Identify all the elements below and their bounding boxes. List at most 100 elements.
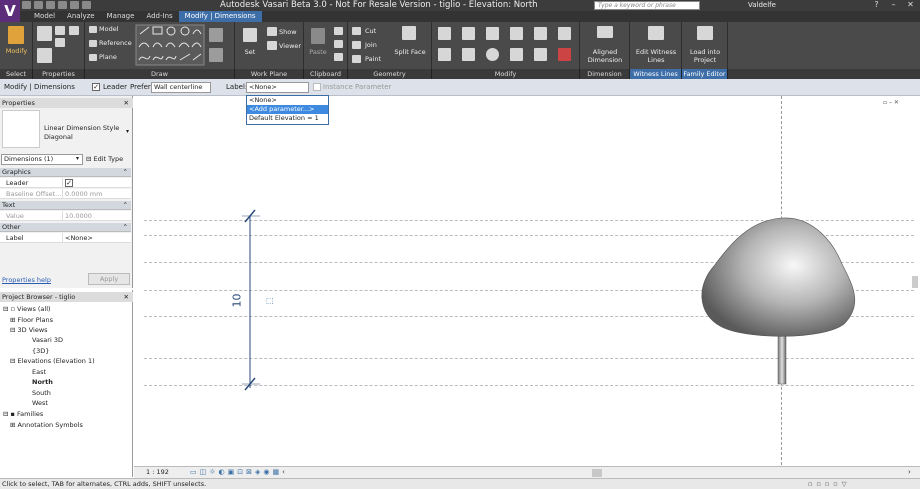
collapse-icon[interactable]: ⊟ <box>3 410 8 418</box>
copy-icon[interactable] <box>334 27 343 35</box>
viewer-button[interactable]: Viewer <box>279 42 301 50</box>
render-icon[interactable]: ▣ <box>228 468 235 476</box>
close-icon[interactable]: ✕ <box>124 292 129 302</box>
tree-3d[interactable]: {3D} <box>32 347 49 356</box>
tab-manage[interactable]: Manage <box>101 11 141 22</box>
tree-annotation-symbols[interactable]: ⊞ Annotation Symbols <box>10 421 83 430</box>
type-selector-icon[interactable] <box>37 48 52 63</box>
scroll-right-icon[interactable]: › <box>908 468 911 476</box>
tree-mass-form[interactable] <box>694 214 869 389</box>
instance-parameter-checkbox[interactable] <box>313 83 321 91</box>
dropdown-option-none[interactable]: <None> <box>247 96 328 105</box>
category-text[interactable]: Text ⌃ <box>0 201 131 210</box>
tree-vasari-3d[interactable]: Vasari 3D <box>32 336 63 345</box>
tree-south[interactable]: South <box>32 389 51 398</box>
visual-style-icon[interactable]: ◫ <box>200 468 207 476</box>
view-scale[interactable]: 1 : 192 <box>146 468 169 476</box>
select-pinned-icon[interactable]: ▫ <box>833 479 837 489</box>
worksets-icon[interactable]: ▫ <box>808 479 812 489</box>
properties-icon[interactable] <box>37 26 52 41</box>
move-icon[interactable] <box>438 48 451 61</box>
set-button[interactable]: Set <box>240 48 260 56</box>
match-properties-icon[interactable] <box>334 53 343 61</box>
collapse-icon[interactable]: ⊟ <box>10 357 15 365</box>
draw-tools-gallery[interactable] <box>135 24 205 66</box>
plane-button[interactable]: Plane <box>99 53 117 61</box>
group-label-select[interactable]: Select <box>0 69 33 79</box>
reveal-hidden-icon[interactable]: ◉ <box>263 468 269 476</box>
help-icon[interactable]: ? <box>868 0 885 9</box>
collapse-icon[interactable]: ⊟ <box>3 305 8 313</box>
tree-east[interactable]: East <box>32 368 46 377</box>
leader-checkbox[interactable]: ✓ <box>92 83 100 91</box>
pin-icon[interactable] <box>558 27 571 40</box>
save-icon[interactable] <box>34 1 43 9</box>
horizontal-scrollbar-thumb[interactable] <box>592 469 602 477</box>
modify-icon[interactable] <box>8 26 24 44</box>
tree-floor-plans[interactable]: ⊞ Floor Plans <box>10 316 53 325</box>
scroll-left-icon[interactable]: ‹ <box>282 468 285 476</box>
type-dropdown-icon[interactable]: ▾ <box>126 128 129 135</box>
print-icon[interactable] <box>82 1 91 9</box>
tree-families[interactable]: ⊟ ▪ Families <box>3 410 43 419</box>
vertical-scrollbar-thumb[interactable] <box>912 276 918 288</box>
type-properties-icon[interactable] <box>55 26 65 35</box>
view-window-controls[interactable]: ▫ – ✕ <box>883 99 899 106</box>
load-into-project-button[interactable]: Load into Project <box>684 48 726 64</box>
family-category-icon[interactable] <box>55 38 65 47</box>
category-other[interactable]: Other ⌃ <box>0 223 131 232</box>
apply-button[interactable]: Apply <box>88 273 130 285</box>
offset-icon[interactable] <box>462 27 475 40</box>
edit-type-button[interactable]: ⊟ Edit Type <box>86 155 123 163</box>
tree-west[interactable]: West <box>32 399 48 408</box>
reference-button[interactable]: Reference <box>99 39 132 47</box>
tree-elevations[interactable]: ⊟ Elevations (Elevation 1) <box>10 357 95 366</box>
sun-path-icon[interactable]: ☼ <box>209 468 215 476</box>
label-select[interactable]: <None> <box>246 82 309 93</box>
drag-text-icon[interactable]: ⬚ <box>266 296 274 305</box>
aligned-dimension-button[interactable]: Aligned Dimension <box>582 48 628 64</box>
crop-view-icon[interactable]: ⊡ <box>237 468 243 476</box>
design-options-icon[interactable]: ▫ <box>816 479 820 489</box>
tab-model[interactable]: Model <box>28 11 61 22</box>
trim-icon[interactable] <box>510 27 523 40</box>
detail-level-icon[interactable]: ▭ <box>190 468 197 476</box>
close-icon[interactable]: ✕ <box>124 98 129 108</box>
scale-icon[interactable] <box>534 48 547 61</box>
rotate-icon[interactable] <box>486 48 499 61</box>
drawing-area[interactable]: ▫ – ✕ 10 ⬚ <box>134 96 920 465</box>
properties-help-link[interactable]: Properties help <box>2 276 51 284</box>
array-icon[interactable] <box>510 48 523 61</box>
tree-3d-views[interactable]: ⊟ 3D Views <box>10 326 48 335</box>
measure-icon[interactable] <box>70 1 79 9</box>
split-face-button[interactable]: Split Face <box>392 48 428 56</box>
collapse-icon[interactable]: ⊟ <box>10 326 15 334</box>
surface-icon[interactable] <box>209 48 223 62</box>
paste-button[interactable]: Paste <box>306 48 330 56</box>
dropdown-option-add-parameter[interactable]: <Add parameter...> <box>247 105 328 114</box>
tab-modify-dimensions[interactable]: Modify | Dimensions <box>178 11 262 22</box>
expand-icon[interactable]: ⊞ <box>10 421 15 429</box>
edit-witness-lines-button[interactable]: Edit Witness Lines <box>632 48 680 64</box>
modify-button[interactable]: Modify <box>0 47 33 55</box>
tab-analyze[interactable]: Analyze <box>61 11 101 22</box>
tab-add-ins[interactable]: Add-Ins <box>140 11 178 22</box>
search-input[interactable]: Type a keyword or phrase <box>594 1 700 10</box>
type-name[interactable]: Linear Dimension Style <box>44 124 119 132</box>
split-icon[interactable] <box>534 27 547 40</box>
filter-icon[interactable]: ▽ <box>842 479 847 489</box>
instance-filter-select[interactable]: Dimensions (1) <box>1 154 83 165</box>
group-label-dimension[interactable]: Dimension <box>580 69 630 79</box>
close-icon[interactable]: ✕ <box>902 0 919 9</box>
create-form-icon[interactable] <box>209 28 223 42</box>
label-property-value[interactable]: <None> <box>62 233 131 243</box>
model-button[interactable]: Model <box>99 25 119 33</box>
analysis-display-icon[interactable]: ▦ <box>273 468 280 476</box>
temporary-hide-icon[interactable]: ◈ <box>255 468 260 476</box>
show-button[interactable]: Show <box>279 28 297 36</box>
mirror-icon[interactable] <box>486 27 499 40</box>
expand-icon[interactable]: ⊞ <box>10 316 15 324</box>
redo-icon[interactable] <box>58 1 67 9</box>
open-icon[interactable] <box>22 1 31 9</box>
join-button[interactable]: Join <box>365 41 377 49</box>
